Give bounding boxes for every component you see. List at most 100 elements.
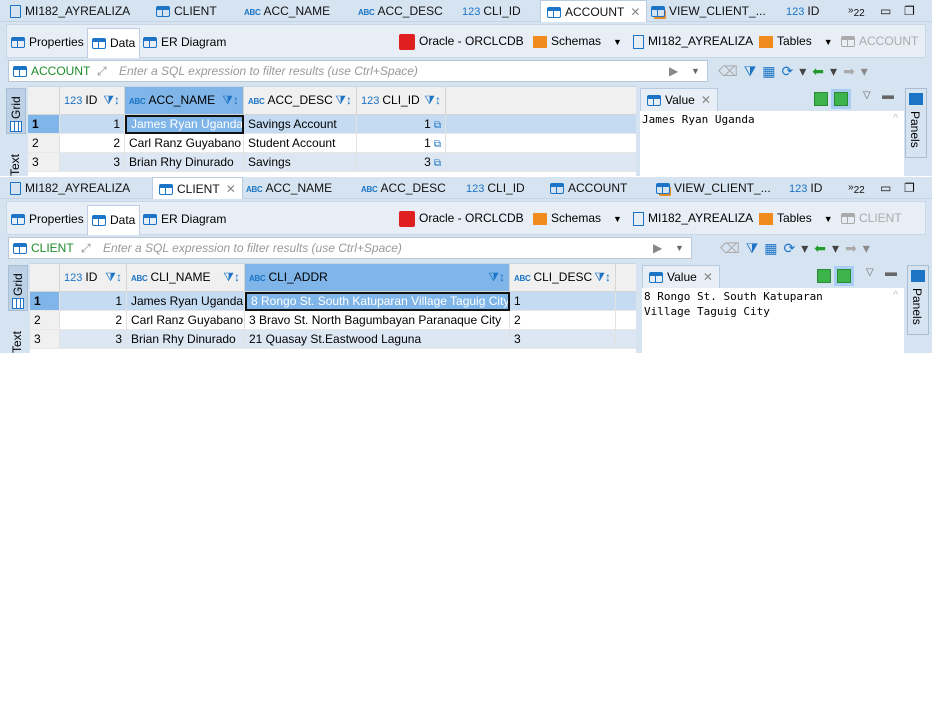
table-cell[interactable]: 3 Bravo St. North Bagumbayan Paranaque C… — [245, 311, 510, 330]
open-reference-icon[interactable]: ⧉ — [434, 139, 441, 150]
auto-save-icon[interactable] — [834, 266, 854, 286]
save-icon[interactable] — [817, 269, 831, 283]
sort-filter-icon[interactable]: ⧩↕ — [424, 87, 441, 114]
table-selector[interactable]: ACCOUNT — [841, 25, 918, 57]
column-header-cli-addr[interactable]: ABC CLI_ADDR ⧩↕ — [245, 264, 510, 292]
table-cell[interactable]: 3 — [60, 153, 125, 172]
editor-tab-acc-name[interactable]: ABC ACC_NAME — [238, 0, 336, 22]
chevron-down-icon[interactable]: ▾ — [863, 240, 870, 256]
column-header-acc-name[interactable]: ABC ACC_NAME ⧩↕ — [125, 87, 244, 115]
scroll-up-icon[interactable]: ^ — [893, 290, 898, 301]
filter-input[interactable]: CLIENT Enter a SQL expression to filter r… — [8, 237, 692, 259]
run-filter-button[interactable]: ▶ — [669, 61, 678, 81]
table-cell[interactable]: 2 — [510, 311, 616, 330]
table-cell[interactable]: 1 — [60, 292, 127, 311]
schemas-selector[interactable]: Schemas ▼ — [533, 25, 622, 57]
tables-selector[interactable]: Tables ▼ — [759, 25, 833, 57]
subtab-er-diagram[interactable]: ER Diagram — [139, 205, 230, 235]
minimize-panel-icon[interactable]: ▬ — [885, 265, 897, 279]
table-cell[interactable]: Savings — [244, 153, 357, 172]
back-arrow-icon[interactable]: ⬅ — [812, 63, 824, 79]
table-cell[interactable]: 3 ⧉ — [357, 153, 446, 172]
minimize-button[interactable]: ▭ — [880, 0, 891, 22]
grid-view-tab[interactable]: Grid — [8, 265, 28, 311]
table-cell[interactable]: 3 — [510, 330, 616, 349]
value-panel-tab[interactable]: Value ✕ — [642, 265, 720, 289]
value-panel-tab[interactable]: Value ✕ — [640, 88, 718, 112]
sort-filter-icon[interactable]: ⧩↕ — [488, 264, 505, 291]
tables-selector[interactable]: Tables ▼ — [759, 202, 833, 234]
editor-tab-acc-name[interactable]: ABC ACC_NAME — [240, 177, 338, 199]
close-icon[interactable]: ✕ — [703, 270, 713, 284]
view-menu-icon[interactable]: ▽ — [866, 267, 874, 278]
view-menu-icon[interactable]: ▽ — [863, 90, 871, 101]
table-cell[interactable]: Carl Ranz Guyabano — [127, 311, 245, 330]
table-cell[interactable]: 8 Rongo St. South Katuparan Village Tagu… — [245, 292, 510, 311]
chevron-down-icon[interactable]: ▾ — [801, 240, 808, 256]
column-header-cli-id[interactable]: 123 CLI_ID ⧩↕ — [357, 87, 446, 115]
schema-selector[interactable]: MI182_AYREALIZA — [633, 25, 753, 57]
editor-tab-client[interactable]: CLIENT — [150, 0, 223, 22]
maximize-button[interactable]: ❐ — [904, 177, 915, 199]
save-icon[interactable] — [814, 92, 828, 106]
editor-tab-mi182-ayrealiza[interactable]: MI182_AYREALIZA — [4, 177, 136, 199]
tab-overflow-button[interactable]: »22 — [848, 177, 865, 199]
open-reference-icon[interactable]: ⧉ — [434, 120, 441, 131]
column-header-cli-desc[interactable]: ABC CLI_DESC ⧩↕ — [510, 264, 616, 292]
refresh-icon[interactable]: ⟳ — [782, 63, 794, 79]
row-number[interactable]: 2 — [30, 311, 60, 330]
subtab-data[interactable]: Data — [87, 205, 141, 235]
chevron-down-icon[interactable]: ▼ — [824, 37, 833, 47]
column-header-id[interactable]: 123 ID ⧩↕ — [60, 264, 127, 292]
tab-overflow-button[interactable]: »22 — [848, 0, 865, 22]
sort-filter-icon[interactable]: ⧩↕ — [223, 264, 240, 291]
value-viewer[interactable]: 8 Rongo St. South Katuparan Village Tagu… — [642, 288, 904, 353]
filter-icon[interactable]: ⧩ — [746, 240, 759, 256]
editor-tab-account[interactable]: ACCOUNT ✕ — [540, 0, 648, 22]
subtab-properties[interactable]: Properties — [7, 205, 88, 235]
table-cell[interactable]: 1 ⧉ — [357, 115, 446, 134]
forward-arrow-icon[interactable]: ➡ — [845, 240, 857, 256]
sort-filter-icon[interactable]: ⧩↕ — [594, 264, 611, 291]
filter-settings-icon[interactable]: ▦ — [764, 240, 777, 256]
table-selector[interactable]: CLIENT — [841, 202, 902, 234]
panels-toggle[interactable]: Panels — [905, 88, 927, 158]
expand-icon[interactable]: ⤢ — [97, 61, 107, 81]
table-cell[interactable]: 1 — [510, 292, 616, 311]
editor-tab-id[interactable]: 123 ID — [783, 177, 828, 199]
run-filter-button[interactable]: ▶ — [653, 238, 662, 258]
row-number[interactable]: 3 — [28, 153, 60, 172]
expand-icon[interactable]: ⤢ — [81, 238, 91, 258]
scroll-up-icon[interactable]: ^ — [893, 113, 898, 124]
sort-filter-icon[interactable]: ⧩↕ — [105, 264, 122, 291]
editor-tab-client[interactable]: CLIENT ✕ — [152, 177, 243, 199]
back-arrow-icon[interactable]: ⬅ — [814, 240, 826, 256]
table-cell[interactable]: Carl Ranz Guyabano — [125, 134, 244, 153]
chevron-down-icon[interactable]: ▼ — [824, 214, 833, 224]
connection-selector[interactable]: Oracle - ORCLCDB — [399, 202, 524, 234]
row-number[interactable]: 2 — [28, 134, 60, 153]
chevron-down-icon[interactable]: ▼ — [613, 37, 622, 47]
refresh-icon[interactable]: ⟳ — [784, 240, 796, 256]
column-header-cli-name[interactable]: ABC CLI_NAME ⧩↕ — [127, 264, 245, 292]
editor-tab-id[interactable]: 123 ID — [780, 0, 825, 22]
close-icon[interactable]: ✕ — [630, 5, 640, 19]
editor-tab-view-client-[interactable]: VIEW_CLIENT_... — [645, 0, 772, 22]
editor-tab-acc-desc[interactable]: ABC ACC_DESC — [355, 177, 452, 199]
subtab-properties[interactable]: Properties — [7, 28, 88, 58]
table-cell[interactable]: James Ryan Uganda — [125, 115, 244, 134]
auto-save-icon[interactable] — [831, 89, 851, 109]
grid-view-tab[interactable]: Grid — [6, 88, 26, 134]
row-number[interactable]: 1 — [30, 292, 60, 311]
row-number[interactable]: 1 — [28, 115, 60, 134]
chevron-down-icon[interactable]: ▾ — [799, 63, 806, 79]
table-cell[interactable]: Savings Account — [244, 115, 357, 134]
sort-filter-icon[interactable]: ⧩↕ — [222, 87, 239, 114]
value-viewer[interactable]: James Ryan Uganda ^ — [640, 111, 904, 176]
column-header-acc-desc[interactable]: ABC ACC_DESC ⧩↕ — [244, 87, 357, 115]
editor-tab-cli-id[interactable]: 123 CLI_ID — [456, 0, 527, 22]
filter-input[interactable]: ACCOUNT Enter a SQL expression to filter … — [8, 60, 708, 82]
panels-toggle[interactable]: Panels — [907, 265, 929, 335]
sort-filter-icon[interactable]: ⧩↕ — [103, 87, 120, 114]
editor-tab-view-client-[interactable]: VIEW_CLIENT_... — [650, 177, 777, 199]
